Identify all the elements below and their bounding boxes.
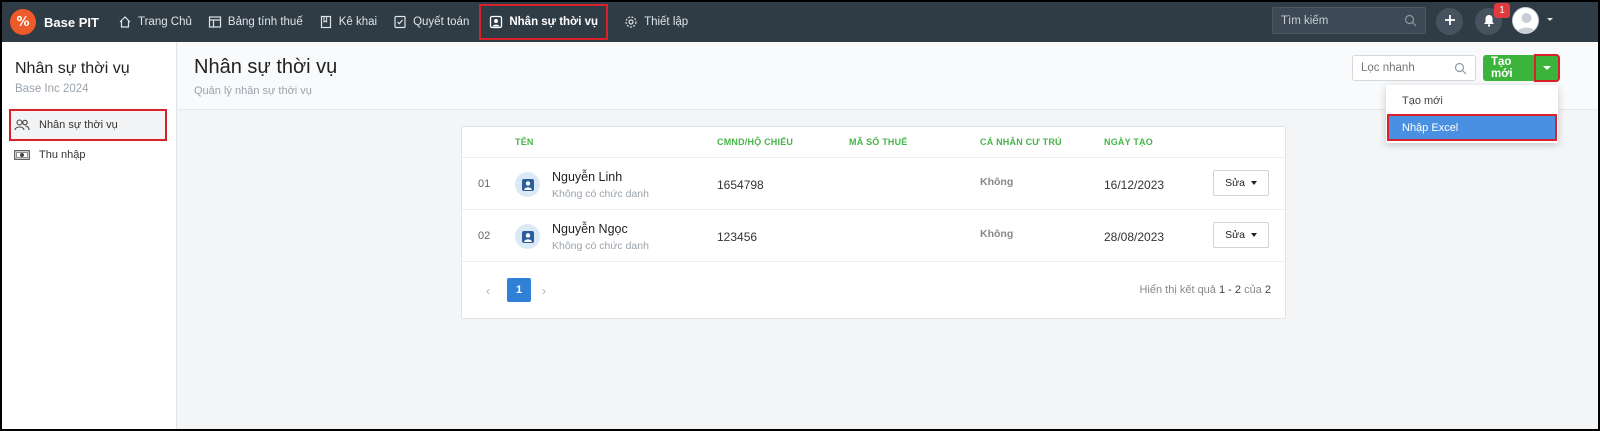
result-prefix: Hiển thị kết quả <box>1139 284 1216 296</box>
menu-item-create-new[interactable]: Tạo mới <box>1386 88 1558 113</box>
result-of: của <box>1244 284 1262 296</box>
checklist-icon <box>393 15 407 29</box>
prev-page-button[interactable]: ‹ <box>486 284 490 298</box>
column-header-created[interactable]: NGÀY TẠO <box>1104 137 1153 147</box>
home-icon <box>118 15 132 29</box>
result-summary: Hiển thị kết quả 1 - 2 của 2 <box>1139 284 1271 296</box>
nav-item-seasonal-staff[interactable]: Nhân sự thời vụ <box>477 2 610 42</box>
create-dropdown-menu: Tạo mới Nhập Excel <box>1386 85 1558 143</box>
global-search-input[interactable]: Tìm kiếm <box>1272 7 1426 34</box>
sidebar-item-income[interactable]: Thu nhập <box>10 140 166 170</box>
top-navbar: % Base PIT Trang Chủ Bảng tính thuế Kê k… <box>2 2 1598 42</box>
sidebar-item-label: Nhân sự thời vụ <box>39 119 118 131</box>
caret-down-icon <box>1543 66 1551 70</box>
column-header-id-number[interactable]: CMND/HỘ CHIẾU <box>717 137 793 147</box>
page-button-current[interactable]: 1 <box>507 278 531 302</box>
result-total: 2 <box>1264 284 1271 296</box>
page-subtitle: Quản lý nhân sự thời vụ <box>194 85 312 97</box>
quick-filter-input[interactable]: Lọc nhanh <box>1352 55 1476 81</box>
staff-id-number: 1654798 <box>717 178 764 192</box>
app-name: Base PIT <box>44 14 99 30</box>
sidebar-item-label: Thu nhập <box>39 149 86 161</box>
staff-name[interactable]: Nguyễn Linh <box>552 170 622 184</box>
staff-table: TÊN CMND/HỘ CHIẾU MÃ SỐ THUẾ CÁ NHÂN CƯ … <box>461 126 1286 319</box>
search-icon <box>1404 14 1417 27</box>
edit-button[interactable]: Sửa <box>1213 222 1269 248</box>
staff-resident: Không <box>980 228 1014 240</box>
nav-item-label: Trang Chủ <box>138 16 192 28</box>
menu-item-import-excel[interactable]: Nhập Excel <box>1387 114 1557 141</box>
edit-label: Sửa <box>1225 229 1245 241</box>
nav-item-settlement[interactable]: Quyết toán <box>385 2 477 42</box>
people-icon <box>14 119 30 131</box>
nav-item-label: Thiết lập <box>644 16 689 28</box>
filter-placeholder: Lọc nhanh <box>1361 62 1415 74</box>
staff-name[interactable]: Nguyễn Ngọc <box>552 222 628 236</box>
nav-item-label: Quyết toán <box>413 16 470 28</box>
staff-created-date: 16/12/2023 <box>1104 178 1165 192</box>
book-icon <box>319 15 333 29</box>
staff-created-date: 28/08/2023 <box>1104 230 1165 244</box>
user-avatar[interactable] <box>1512 7 1539 34</box>
result-range: 1 - 2 <box>1218 284 1241 296</box>
page-title: Nhân sự thời vụ <box>194 56 338 78</box>
search-icon <box>1454 62 1467 75</box>
nav-item-settings[interactable]: Thiết lập <box>610 2 696 42</box>
notification-badge: 1 <box>1494 3 1510 18</box>
caret-down-icon <box>1250 181 1257 185</box>
staff-resident: Không <box>980 176 1014 188</box>
column-header-resident[interactable]: CÁ NHÂN CƯ TRÚ <box>980 137 1062 147</box>
sidebar-item-seasonal-staff[interactable]: Nhân sự thời vụ <box>9 109 167 141</box>
column-header-name[interactable]: TÊN <box>515 137 534 147</box>
nav-item-label: Nhân sự thời vụ <box>509 16 599 28</box>
nav-item-declaration[interactable]: Kê khai <box>311 2 385 42</box>
row-number: 01 <box>478 178 491 190</box>
app-window: % Base PIT Trang Chủ Bảng tính thuế Kê k… <box>2 2 1598 429</box>
nav-item-home[interactable]: Trang Chủ <box>110 2 200 42</box>
staff-id-number: 123456 <box>717 230 758 244</box>
person-avatar-icon <box>515 224 540 249</box>
table-icon <box>208 15 222 29</box>
create-dropdown-toggle[interactable] <box>1534 54 1560 82</box>
nav-item-label: Kê khai <box>338 16 378 28</box>
page-header: Nhân sự thời vụ Quản lý nhân sự thời vụ … <box>178 42 1598 110</box>
logo-icon: % <box>10 9 36 35</box>
add-button[interactable] <box>1436 8 1463 35</box>
sidebar-title: Nhân sự thời vụ <box>15 60 130 77</box>
edit-label: Sửa <box>1225 177 1245 189</box>
sidebar-subtitle: Base Inc 2024 <box>15 83 89 95</box>
gear-icon <box>624 15 638 29</box>
staff-role: Không có chức danh <box>552 188 649 200</box>
sidebar: Nhân sự thời vụ Base Inc 2024 Nhân sự th… <box>2 42 177 429</box>
person-card-icon <box>489 15 503 29</box>
table-row[interactable]: 01 Nguyễn Linh Không có chức danh 165479… <box>462 157 1285 209</box>
user-menu-caret-icon[interactable] <box>1547 18 1553 21</box>
plus-icon <box>1444 14 1456 29</box>
pagination: ‹ 1 › Hiển thị kết quả 1 - 2 của 2 <box>462 261 1285 319</box>
search-placeholder: Tìm kiếm <box>1281 14 1329 27</box>
money-icon <box>14 149 30 161</box>
caret-down-icon <box>1250 233 1257 237</box>
logo[interactable]: % Base PIT <box>10 9 110 35</box>
main-nav: Trang Chủ Bảng tính thuế Kê khai Quyết t… <box>110 2 696 42</box>
staff-role: Không có chức danh <box>552 240 649 252</box>
table-row[interactable]: 02 Nguyễn Ngọc Không có chức danh 123456… <box>462 209 1285 261</box>
row-number: 02 <box>478 230 491 242</box>
edit-button[interactable]: Sửa <box>1213 170 1269 196</box>
next-page-button[interactable]: › <box>542 284 546 298</box>
bell-icon <box>1483 14 1495 30</box>
create-button[interactable]: Tạo mới <box>1483 55 1535 81</box>
column-header-tax-code[interactable]: MÃ SỐ THUẾ <box>849 137 908 147</box>
nav-item-tax-table[interactable]: Bảng tính thuế <box>200 2 311 42</box>
person-avatar-icon <box>515 172 540 197</box>
nav-item-label: Bảng tính thuế <box>227 16 303 28</box>
